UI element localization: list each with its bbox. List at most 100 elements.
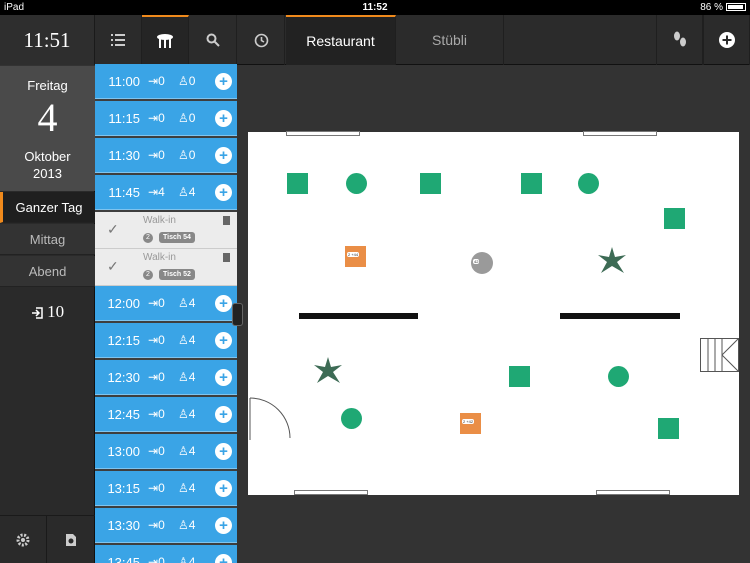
- arrival-icon: ⇥: [148, 111, 159, 125]
- add-slot-button[interactable]: +: [215, 331, 232, 349]
- timeslot-row[interactable]: 11:30 ⇥0 ♙0 +: [95, 138, 237, 173]
- table-badge: 42: [473, 259, 480, 264]
- timeslot-row[interactable]: 11:00 ⇥0 ♙0 +: [95, 64, 237, 99]
- slot-arrivals: ⇥0: [148, 407, 178, 421]
- period-dinner[interactable]: Abend: [0, 256, 95, 287]
- add-slot-button[interactable]: +: [215, 405, 232, 423]
- notes-button[interactable]: [47, 515, 95, 563]
- period-lunch[interactable]: Mittag: [0, 224, 95, 255]
- reservation-name: Walk-in: [143, 215, 176, 226]
- status-bar: iPad 11:52 86 %: [0, 0, 750, 15]
- slot-arrivals: ⇥0: [148, 555, 178, 563]
- add-slot-button[interactable]: +: [215, 553, 232, 563]
- table-square[interactable]: [521, 173, 542, 194]
- person-icon: ♙: [178, 518, 189, 532]
- slot-arrivals: ⇥4: [148, 185, 178, 199]
- slot-time: 11:45: [108, 184, 140, 200]
- add-slot-button[interactable]: +: [215, 72, 232, 90]
- slot-arrivals: ⇥0: [148, 74, 178, 88]
- timeslot-list[interactable]: 11:00 ⇥0 ♙0 +11:15 ⇥0 ♙0 +11:30 ⇥0 ♙0 +11:45 ⇥4 ♙4 +…: [95, 64, 237, 563]
- table-reserved[interactable]: 42: [471, 252, 493, 274]
- window: [286, 131, 360, 136]
- add-slot-button[interactable]: +: [215, 368, 232, 386]
- arrival-icon: ⇥: [148, 74, 159, 88]
- add-slot-button[interactable]: +: [215, 294, 232, 312]
- slot-arrivals-value: 4: [158, 185, 165, 199]
- slot-arrivals-value: 0: [158, 555, 165, 563]
- reservation-item[interactable]: ✓ Walk-in 2 Tisch 52: [95, 249, 237, 286]
- tab-restaurant[interactable]: Restaurant: [286, 15, 396, 65]
- table-occupied[interactable]: 2 +42: [460, 413, 481, 434]
- table-round[interactable]: [346, 173, 367, 194]
- arrival-icon: ⇥: [148, 148, 159, 162]
- timeslot-row[interactable]: 12:15 ⇥0 ♙4 +: [95, 323, 237, 358]
- table-round[interactable]: [608, 366, 629, 387]
- table-square[interactable]: [287, 173, 308, 194]
- note-icon: [223, 216, 230, 225]
- person-icon: ♙: [178, 370, 189, 384]
- floor-plan[interactable]: 2 +44 42 2 +42: [248, 131, 740, 495]
- add-slot-button[interactable]: +: [215, 516, 232, 534]
- add-slot-button[interactable]: +: [215, 146, 232, 164]
- period-all-day[interactable]: Ganzer Tag: [0, 192, 95, 223]
- slot-arrivals-value: 0: [158, 296, 165, 310]
- table-view-button[interactable]: [142, 15, 189, 65]
- table-round[interactable]: [341, 408, 362, 429]
- slot-arrivals: ⇥0: [148, 148, 178, 162]
- left-sidebar: Freitag 4 Oktober 2013 Ganzer Tag Mittag …: [0, 66, 95, 563]
- table-badge: Tisch 52: [159, 269, 195, 280]
- walk-in-button[interactable]: [656, 15, 703, 65]
- add-slot-button[interactable]: +: [215, 109, 232, 127]
- arrival-icon: ⇥: [148, 407, 159, 421]
- slot-arrivals: ⇥0: [148, 296, 178, 310]
- slot-arrivals-value: 0: [158, 444, 165, 458]
- battery-label: 86 %: [700, 2, 723, 13]
- timeslot-row[interactable]: 12:30 ⇥0 ♙4 +: [95, 360, 237, 395]
- table-square[interactable]: [664, 208, 685, 229]
- timeslot-row[interactable]: 12:45 ⇥0 ♙4 +: [95, 397, 237, 432]
- list-view-button[interactable]: [95, 15, 142, 65]
- table-square[interactable]: [509, 366, 530, 387]
- table-badge: 2 +42: [462, 419, 475, 424]
- weekday-label: Freitag: [27, 78, 68, 93]
- timeslot-row[interactable]: 13:30 ⇥0 ♙4 +: [95, 508, 237, 543]
- person-icon: ♙: [178, 296, 189, 310]
- reservation-item[interactable]: ✓ Walk-in 2 Tisch 54: [95, 212, 237, 249]
- history-button[interactable]: [238, 15, 285, 65]
- timeslot-row[interactable]: 11:15 ⇥0 ♙0 +: [95, 101, 237, 136]
- check-icon: ✓: [107, 258, 119, 274]
- gear-icon: [16, 533, 30, 546]
- table-square[interactable]: [658, 418, 679, 439]
- slot-people-value: 4: [188, 185, 196, 199]
- plant-icon: [314, 357, 342, 385]
- table-square[interactable]: [420, 173, 441, 194]
- note-icon: [223, 253, 230, 262]
- table-badge: 2 +44: [347, 252, 360, 257]
- timeslot-row[interactable]: 11:45 ⇥4 ♙4 +: [95, 175, 237, 210]
- slot-people: ♙4: [178, 296, 212, 310]
- arrival-icon: ⇥: [148, 185, 159, 199]
- date-display[interactable]: Freitag 4 Oktober 2013: [0, 66, 95, 191]
- slot-people: ♙4: [178, 518, 212, 532]
- timeslot-row[interactable]: 12:00 ⇥0 ♙4 +: [95, 286, 237, 321]
- search-button[interactable]: [190, 15, 237, 65]
- timeslot-row[interactable]: 13:45 ⇥0 ♙4 +: [95, 545, 237, 563]
- panel-drag-handle[interactable]: [232, 303, 243, 326]
- slot-arrivals: ⇥0: [148, 370, 178, 384]
- table-occupied[interactable]: 2 +44: [345, 246, 366, 267]
- add-slot-button[interactable]: +: [215, 479, 232, 497]
- arrival-icon: ⇥: [148, 555, 159, 563]
- wall: [560, 313, 680, 319]
- add-slot-button[interactable]: +: [215, 442, 232, 460]
- reservation-name: Walk-in: [143, 252, 176, 263]
- list-icon: [111, 34, 125, 46]
- slot-people-value: 4: [188, 370, 196, 384]
- timeslot-row[interactable]: 13:00 ⇥0 ♙4 +: [95, 434, 237, 469]
- add-reservation-button[interactable]: [703, 15, 750, 65]
- timeslot-row[interactable]: 13:15 ⇥0 ♙4 +: [95, 471, 237, 506]
- tab-stuebli[interactable]: Stübli: [396, 15, 504, 65]
- add-slot-button[interactable]: +: [215, 183, 232, 201]
- person-icon: ♙: [178, 111, 189, 125]
- settings-button[interactable]: [0, 515, 47, 563]
- table-round[interactable]: [578, 173, 599, 194]
